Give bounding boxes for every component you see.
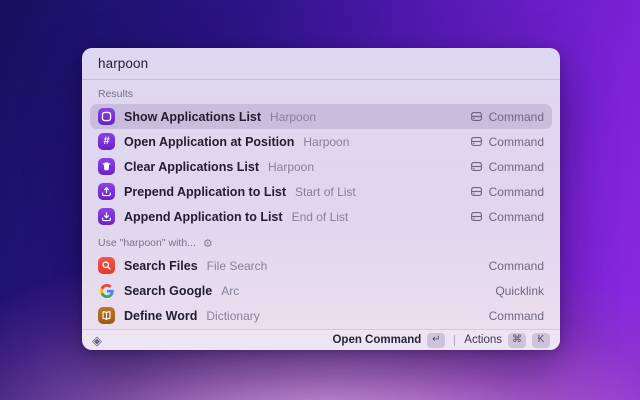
return-key-icon: ↵ [427,332,446,348]
item-subtitle: Dictionary [206,308,260,323]
section-header-fallback: Use "harpoon" with... ⚙ [90,229,552,253]
disk-icon [470,137,482,146]
item-title: Search Files [124,258,198,273]
hash-icon: # [98,133,115,150]
section-label-text: Use "harpoon" with... [98,237,196,249]
item-type-label: Command [488,209,544,224]
item-accessory: Command [489,259,544,273]
disk-icon [470,162,482,171]
disk-icon [470,112,482,121]
section-header-results: Results [90,80,552,104]
app-window-list-icon [98,108,115,125]
item-accessory: Command [470,135,544,149]
list-item[interactable]: Show Applications List Harpoon Command [90,104,552,129]
disk-icon [470,212,482,221]
item-accessory: Quicklink [495,284,544,298]
item-accessory: Command [470,185,544,199]
list-item[interactable]: Search Google Arc Quicklink [90,278,552,303]
item-title: Prepend Application to List [124,184,287,199]
item-type-label: Command [488,258,544,273]
item-title: Append Application to List [124,209,283,224]
section-label-text: Results [98,88,134,100]
footer-divider [454,334,456,346]
item-title: Show Applications List [124,109,262,124]
trash-icon [98,158,115,175]
item-type-label: Command [488,159,544,174]
item-subtitle: Start of List [295,184,356,199]
item-subtitle: Arc [221,283,240,298]
google-g-icon [98,282,115,299]
primary-action-button[interactable]: Open Command [332,334,421,346]
item-title: Define Word [124,308,198,323]
item-accessory: Command [470,160,544,174]
list-item[interactable]: Clear Applications List Harpoon Command [90,154,552,179]
item-accessory: Command [470,110,544,124]
search-input[interactable]: harpoon [82,48,560,80]
cmd-key-icon: ⌘ [508,332,526,348]
item-subtitle: File Search [206,258,268,273]
item-type-label: Command [488,308,544,323]
item-subtitle: Harpoon [267,159,315,174]
item-subtitle: Harpoon [303,134,350,149]
action-bar: ◈ Open Command ↵ Actions ⌘ K [82,329,560,350]
item-title: Clear Applications List [124,159,259,174]
dictionary-icon [98,307,115,324]
list-item[interactable]: Prepend Application to List Start of Lis… [90,179,552,204]
list-item[interactable]: Define Word Dictionary Command [90,303,552,328]
results-list: Results Show Applications List Harpoon C… [82,80,560,329]
launcher-window: harpoon Results Show Applications List H… [82,48,560,350]
download-tray-icon [98,208,115,225]
search-icon [98,257,115,274]
gear-icon[interactable]: ⚙ [203,239,213,250]
item-title: Open Application at Position [124,134,295,149]
raycast-logo-icon: ◈ [92,332,102,348]
disk-icon [470,187,482,196]
item-type-label: Command [488,134,544,149]
item-type-label: Quicklink [495,283,544,298]
search-query-text: harpoon [98,56,149,71]
item-title: Search Google [124,283,213,298]
list-item[interactable]: Append Application to List End of List C… [90,204,552,229]
item-accessory: Command [470,210,544,224]
upload-tray-icon [98,183,115,200]
item-type-label: Command [488,109,544,124]
item-type-label: Command [488,184,544,199]
k-key-icon: K [532,332,550,348]
item-accessory: Command [489,309,544,323]
item-subtitle: End of List [291,209,349,224]
actions-button[interactable]: Actions [464,334,502,346]
item-subtitle: Harpoon [270,109,317,124]
list-item[interactable]: # Open Application at Position Harpoon C… [90,129,552,154]
list-item[interactable]: Search Files File Search Command [90,253,552,278]
